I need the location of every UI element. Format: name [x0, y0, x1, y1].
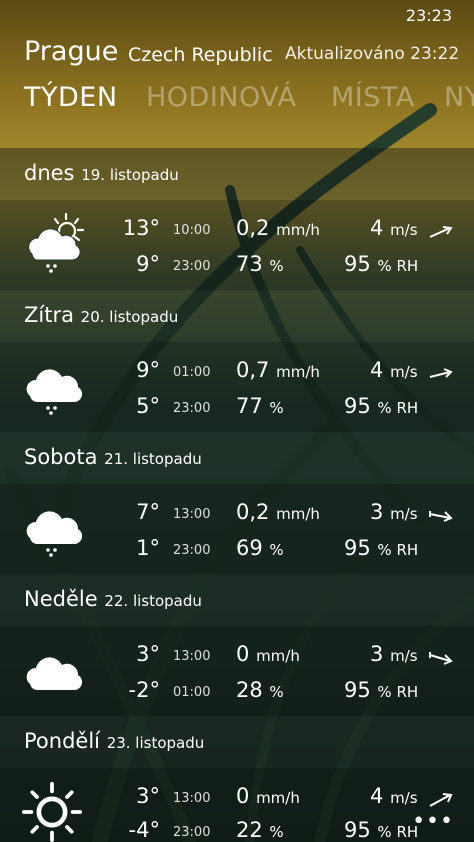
relative-humidity: 95 % RH — [344, 536, 419, 560]
low-temp-time: 23:00 — [173, 825, 211, 840]
day-name: Sobota 21. listopadu — [24, 445, 202, 469]
location-header: Prague Czech Republic Aktualizováno 23:2… — [24, 36, 464, 76]
day-name: dnes 19. listopadu — [24, 161, 179, 185]
high-temp: 7° — [136, 500, 160, 524]
day-date: 23. listopadu — [106, 734, 205, 752]
low-temp-time: 23:00 — [173, 401, 211, 416]
high-temp: 3° — [136, 642, 160, 666]
tab-places[interactable]: MÍSTA — [331, 82, 415, 113]
precipitation: 0,2 mm/h — [236, 500, 320, 524]
cloud-icon — [26, 657, 83, 691]
cloud-rain-icon — [26, 369, 83, 415]
day-header[interactable]: Zítra 20. listopadu — [0, 290, 474, 342]
low-temp-time: 23:00 — [173, 259, 211, 274]
day-date: 20. listopadu — [80, 308, 179, 326]
high-temp: 13° — [122, 216, 160, 240]
high-temp-time: 10:00 — [173, 223, 211, 238]
relative-humidity: 95 % RH — [344, 394, 419, 418]
country-name: Czech Republic — [128, 44, 273, 66]
wind-speed: 4 m/s — [370, 358, 418, 382]
day-forecast-row[interactable]: 9° 01:00 5° 23:00 0,7 mm/h 77 % 4 m/s 95… — [0, 342, 474, 432]
low-temp: 5° — [136, 394, 160, 418]
humidity: 69 % — [236, 536, 284, 560]
day-header[interactable]: dnes 19. listopadu — [0, 148, 474, 200]
last-updated: Aktualizováno 23:22 — [285, 44, 460, 64]
day-date: 21. listopadu — [104, 450, 202, 468]
low-temp: 9° — [136, 252, 160, 276]
day-name: Neděle 22. listopadu — [24, 587, 202, 611]
wind-speed: 4 m/s — [370, 216, 418, 240]
precipitation: 0 mm/h — [236, 784, 300, 808]
tab-week[interactable]: TÝDEN — [24, 82, 118, 113]
high-temp-time: 13:00 — [173, 507, 211, 522]
day-date: 22. listopadu — [104, 592, 202, 610]
day-forecast-row[interactable]: 3° 13:00 -4° 23:00 0 mm/h 22 % 4 m/s 95 … — [0, 768, 474, 842]
sun-icon — [22, 782, 82, 842]
precipitation: 0,7 mm/h — [236, 358, 320, 382]
wind-arrow-icon — [429, 652, 453, 665]
wind-speed: 3 m/s — [370, 500, 418, 524]
day-header[interactable]: Neděle 22. listopadu — [0, 574, 474, 626]
relative-humidity: 95 % RH — [344, 678, 419, 702]
humidity: 73 % — [236, 252, 284, 276]
relative-humidity: 95 % RH — [344, 252, 419, 276]
low-temp: 1° — [136, 536, 160, 560]
relative-humidity: 95 % RH — [344, 818, 419, 842]
wind-speed: 4 m/s — [370, 784, 418, 808]
wind-arrow-icon — [429, 226, 453, 238]
high-temp-time: 01:00 — [173, 365, 211, 380]
wind-arrow-icon — [429, 368, 453, 378]
app-bar-more-button[interactable]: ••• — [412, 809, 454, 834]
low-temp-time: 01:00 — [173, 685, 211, 700]
high-temp-time: 13:00 — [173, 649, 211, 664]
day-name: Zítra 20. listopadu — [24, 303, 179, 327]
precipitation: 0 mm/h — [236, 642, 300, 666]
humidity: 77 % — [236, 394, 284, 418]
high-temp-time: 13:00 — [173, 791, 211, 806]
day-header[interactable]: Pondělí 23. listopadu — [0, 716, 474, 768]
low-temp: -4° — [128, 818, 160, 842]
low-temp: -2° — [128, 678, 160, 702]
low-temp-time: 23:00 — [173, 543, 211, 558]
tab-ny[interactable]: NY — [444, 82, 474, 113]
status-bar-time: 23:23 — [405, 6, 452, 25]
wind-arrow-icon — [429, 511, 453, 522]
high-temp: 3° — [136, 784, 160, 808]
day-forecast-row[interactable]: 13° 10:00 9° 23:00 0,2 mm/h 73 % 4 m/s 9… — [0, 200, 474, 290]
tab-hourly[interactable]: HODINOVÁ — [146, 82, 297, 113]
day-forecast-row[interactable]: 3° 13:00 -2° 01:00 0 mm/h 28 % 3 m/s 95 … — [0, 626, 474, 716]
cloud-rain-icon — [26, 511, 83, 557]
wind-speed: 3 m/s — [370, 642, 418, 666]
humidity: 22 % — [236, 818, 284, 842]
day-date: 19. listopadu — [81, 166, 179, 184]
day-forecast-row[interactable]: 7° 13:00 1° 23:00 0,2 mm/h 69 % 3 m/s 95… — [0, 484, 474, 574]
day-header[interactable]: Sobota 21. listopadu — [0, 432, 474, 484]
partly-sunny-rain-icon — [28, 212, 85, 273]
day-name: Pondělí 23. listopadu — [24, 729, 205, 753]
high-temp: 9° — [136, 358, 160, 382]
wind-arrow-icon — [429, 793, 453, 807]
humidity: 28 % — [236, 678, 284, 702]
city-name: Prague — [24, 36, 119, 67]
precipitation: 0,2 mm/h — [236, 216, 320, 240]
